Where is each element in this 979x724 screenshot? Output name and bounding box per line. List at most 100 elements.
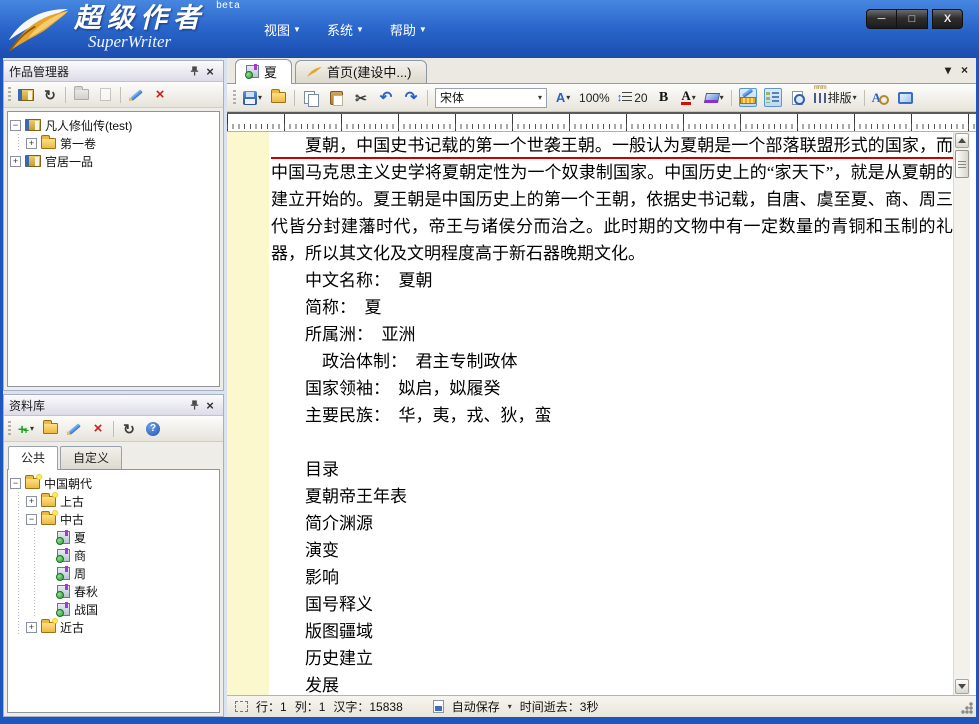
highlight-button[interactable]: ▾ [705,88,724,107]
library-panel: 资料库 × ++ ▾ × ↻ [3,394,224,717]
document-text[interactable]: 夏朝，中国史书记载的第一个世袭王朝。一般认为夏朝是一个部落联盟形式的国家，而中国… [271,132,953,695]
folder-icon [41,514,56,525]
help-button[interactable]: ? [144,419,162,438]
document-canvas[interactable]: 夏朝，中国史书记载的第一个世袭王朝。一般认为夏朝是一个部落联盟形式的国家，而中国… [227,132,976,695]
status-col: 列：1 [295,698,326,715]
tree-connector [10,600,26,618]
font-color-button[interactable]: A ▾ [680,88,698,107]
close-panel-icon[interactable]: × [202,64,218,79]
folder-icon [74,89,89,100]
autosave-label[interactable]: 自动保存 [452,698,500,715]
outline-toggle-button[interactable] [764,88,782,107]
delete-button[interactable]: × [151,85,169,104]
tab-home[interactable]: 首页(建设中...) [295,60,427,83]
tree-item-xia[interactable]: 夏 [10,528,217,546]
tree-item-novel1[interactable]: − 凡人修仙传(test) [10,116,217,134]
delete-icon: × [94,422,103,436]
tree-item-zhanguo[interactable]: 战国 [10,600,217,618]
new-document-button[interactable] [96,85,114,104]
font-size-button[interactable]: A ▾ [554,88,572,107]
maximize-button[interactable]: □ [897,9,928,29]
paste-button[interactable] [327,88,345,107]
edit-button[interactable] [65,419,83,438]
tree-connector [10,546,26,564]
highlight-bucket-icon [704,93,720,103]
expand-icon[interactable]: + [26,138,37,149]
tree-item-volume1[interactable]: + 第一卷 [10,134,217,152]
line-spacing-button[interactable]: ↕ 20 [617,88,648,107]
copy-button[interactable] [302,88,320,107]
collapse-icon[interactable]: − [10,120,21,131]
collapse-icon[interactable]: − [10,478,21,489]
expand-icon[interactable]: + [26,496,37,507]
toolbar-grip[interactable] [8,421,11,437]
preview-icon [791,91,805,105]
close-tab-icon[interactable]: × [961,63,968,77]
tree-item-jingu[interactable]: + 近古 [10,618,217,636]
scroll-up-button[interactable] [955,133,969,148]
import-book-button[interactable] [17,85,35,104]
resize-grip[interactable] [961,702,973,714]
collapse-icon[interactable]: − [26,514,37,525]
word-zoom-button[interactable]: A [872,88,890,107]
expand-icon[interactable]: + [10,156,21,167]
bold-button[interactable]: B [655,88,673,107]
open-folder-button[interactable] [41,419,59,438]
menu-system[interactable]: 系统 ▼ [327,20,364,39]
menu-view[interactable]: 视图 ▼ [264,20,301,39]
layout-button[interactable]: 排版 ▾ [814,88,857,107]
pin-icon[interactable] [186,398,202,413]
tree-item-novel2[interactable]: + 官居一品 [10,152,217,170]
scrollbar-thumb[interactable] [955,150,969,178]
minimize-icon: ─ [878,13,886,25]
open-button[interactable] [269,88,287,107]
library-tabs: 公共 自定义 [4,442,223,469]
tree-item-zhonggu[interactable]: − 中古 [10,510,217,528]
close-panel-icon[interactable]: × [202,398,218,413]
tab-custom[interactable]: 自定义 [60,446,122,469]
tab-list-chevron-icon[interactable]: ▾ [945,63,951,77]
print-preview-button[interactable] [789,88,807,107]
vertical-scrollbar[interactable] [953,132,970,695]
fullscreen-button[interactable] [897,88,915,107]
zoom-level[interactable]: 100% [579,91,610,105]
refresh-button[interactable]: ↻ [120,419,138,438]
add-entry-button[interactable]: ++ ▾ [17,419,35,438]
pin-icon[interactable] [186,64,202,79]
tree-item-shang[interactable]: 商 [10,546,217,564]
toolbar-grip[interactable] [8,87,11,103]
tree-item-shanggu[interactable]: + 上古 [10,492,217,510]
font-family-select[interactable]: 宋体 ▾ [435,88,547,108]
undo-button[interactable]: ↶ [377,88,395,107]
scroll-down-button[interactable] [955,679,969,694]
redo-button[interactable]: ↷ [402,88,420,107]
edit-button[interactable] [127,85,145,104]
works-toolbar: ↻ × [4,82,223,108]
line-spacing-value: 20 [634,91,647,105]
menu-help[interactable]: 帮助 ▼ [390,20,427,39]
refresh-button[interactable]: ↻ [41,85,59,104]
tab-document-xia[interactable]: 夏 [235,59,292,84]
tree-item-zhou[interactable]: 周 [10,564,217,582]
expand-icon[interactable]: + [26,622,37,633]
menu-bar: 视图 ▼ 系统 ▼ 帮助 ▼ [264,20,427,39]
chevron-down-icon[interactable]: ▾ [508,702,512,711]
selection-mode-icon[interactable] [235,701,248,712]
ruler-toggle-button[interactable] [739,88,757,107]
close-button[interactable]: X [932,9,963,29]
delete-button[interactable]: × [89,419,107,438]
sidebar: 作品管理器 × ↻ × [3,60,224,717]
chevron-down-icon: ▾ [853,93,857,102]
horizontal-ruler[interactable] [227,112,976,132]
minimize-button[interactable]: ─ [866,9,897,29]
tree-connector [26,582,42,600]
cut-button[interactable]: ✂ [352,88,370,107]
toolbar-grip[interactable] [233,90,236,106]
save-button[interactable]: ▾ [243,88,262,107]
tree-item-dynasties[interactable]: − 中国朝代 [10,474,217,492]
feather-icon [306,66,322,78]
folder-button[interactable] [72,85,90,104]
tree-item-chunqiu[interactable]: 春秋 [10,582,217,600]
app-title-cn: 超级作者 [74,3,206,33]
tab-public[interactable]: 公共 [8,446,58,470]
